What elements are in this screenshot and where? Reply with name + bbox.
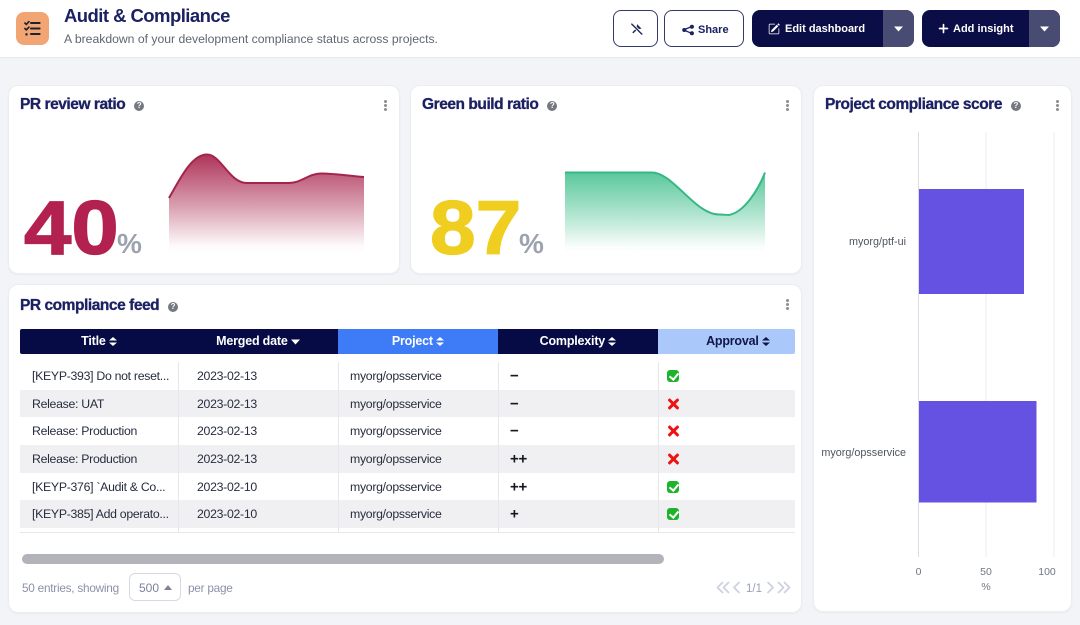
svg-text:myorg/ptf-ui: myorg/ptf-ui <box>849 236 906 248</box>
svg-text:100: 100 <box>1038 566 1056 578</box>
svg-text:0: 0 <box>916 566 922 578</box>
svg-text:50: 50 <box>980 566 992 578</box>
svg-text:1/1: 1/1 <box>746 583 762 595</box>
svg-text:myorg/opsservice: myorg/opsservice <box>821 447 906 459</box>
svg-text:%: % <box>981 581 990 593</box>
